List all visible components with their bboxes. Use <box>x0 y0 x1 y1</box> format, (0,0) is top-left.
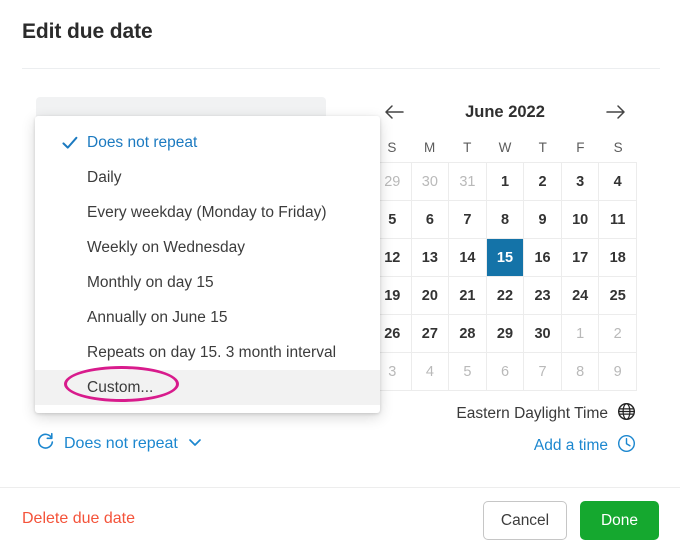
header-divider <box>22 68 660 69</box>
calendar-header: June 2022 <box>373 98 637 126</box>
chevron-down-icon[interactable] <box>187 434 203 455</box>
calendar-day[interactable]: 23 <box>524 277 562 315</box>
repeat-menu-item[interactable]: Monthly on day 15 <box>35 265 380 300</box>
repeat-menu-item-label: Repeats on day 15. 3 month interval <box>87 344 337 361</box>
page-title: Edit due date <box>22 20 153 43</box>
add-a-time-label: Add a time <box>533 437 608 454</box>
repeat-menu-item[interactable]: Daily <box>35 160 380 195</box>
calendar-day[interactable]: 1 <box>561 315 600 353</box>
repeat-menu-item[interactable]: Weekly on Wednesday <box>35 230 380 265</box>
repeat-menu-item-label: Custom... <box>87 379 154 396</box>
arrow-left-icon[interactable] <box>381 99 407 125</box>
repeat-summary-button[interactable]: Does not repeat <box>36 432 203 456</box>
calendar-day[interactable]: 17 <box>561 239 600 277</box>
calendar-weekday-label: M <box>423 139 436 155</box>
calendar-day[interactable]: 28 <box>449 315 487 353</box>
calendar-day[interactable]: 4 <box>411 353 450 391</box>
calendar-day[interactable]: 7 <box>449 201 487 239</box>
calendar-day[interactable]: 7 <box>524 353 562 391</box>
repeat-menu-item-label: Monthly on day 15 <box>87 274 214 291</box>
edit-due-date-dialog: Edit due date Does not repeat Daily Every … <box>0 0 680 559</box>
calendar-day[interactable]: 16 <box>524 239 562 277</box>
repeat-menu-item-label: Does not repeat <box>87 134 198 151</box>
calendar-month-label: June 2022 <box>465 102 545 121</box>
repeat-dropdown-menu: Does not repeat Daily Every weekday (Monda… <box>35 116 380 413</box>
calendar-day[interactable]: 13 <box>411 239 450 277</box>
calendar: June 2022 SMTWTFS 29 30 31 1 2 3 4 5 6 7 8 9 10 11 12 1… <box>373 98 637 391</box>
globe-icon[interactable] <box>617 402 636 426</box>
repeat-menu-item[interactable]: Custom... <box>35 370 380 405</box>
cancel-button[interactable]: Cancel <box>483 501 567 540</box>
clock-icon[interactable] <box>617 434 636 458</box>
calendar-day[interactable]: 8 <box>561 353 600 391</box>
calendar-day[interactable]: 6 <box>486 353 525 391</box>
calendar-day[interactable]: 27 <box>411 315 450 353</box>
calendar-day[interactable]: 21 <box>449 277 487 315</box>
calendar-day[interactable]: 3 <box>561 163 600 201</box>
repeat-icon <box>36 432 55 456</box>
calendar-weekday-label: T <box>538 139 547 155</box>
calendar-day[interactable]: 5 <box>449 353 487 391</box>
calendar-day[interactable]: 18 <box>599 239 637 277</box>
repeat-menu-item-label: Every weekday (Monday to Friday) <box>87 204 327 221</box>
calendar-day[interactable]: 14 <box>449 239 487 277</box>
calendar-weekday-label: T <box>463 139 472 155</box>
repeat-menu-item[interactable]: Every weekday (Monday to Friday) <box>35 195 380 230</box>
footer-divider <box>0 487 680 488</box>
calendar-day[interactable]: 30 <box>524 315 562 353</box>
calendar-day[interactable]: 2 <box>524 163 562 201</box>
delete-due-date-button[interactable]: Delete due date <box>22 510 135 528</box>
calendar-weekday-label: S <box>613 139 623 155</box>
done-button[interactable]: Done <box>580 501 659 540</box>
calendar-day[interactable]: 1 <box>486 163 525 201</box>
calendar-day[interactable]: 29 <box>486 315 525 353</box>
add-a-time-button[interactable]: Add a time <box>534 434 636 458</box>
timezone-label: Eastern Daylight Time <box>456 405 608 422</box>
calendar-day[interactable]: 4 <box>599 163 637 201</box>
repeat-menu-item[interactable]: Does not repeat <box>35 125 380 160</box>
calendar-day[interactable]: 24 <box>561 277 600 315</box>
calendar-weekday-label: W <box>498 139 512 155</box>
repeat-menu-item-label: Annually on June 15 <box>87 309 228 326</box>
calendar-day[interactable]: 11 <box>599 201 637 239</box>
repeat-menu-item[interactable]: Annually on June 15 <box>35 300 380 335</box>
calendar-day[interactable]: 9 <box>524 201 562 239</box>
timezone-row: Eastern Daylight Time <box>456 402 636 426</box>
arrow-right-icon[interactable] <box>603 99 629 125</box>
calendar-weekday-header: SMTWTFS <box>373 132 637 162</box>
repeat-menu-item-label: Weekly on Wednesday <box>87 239 245 256</box>
calendar-day-grid: 29 30 31 1 2 3 4 5 6 7 8 9 10 11 12 13 14 15 16 17 18 19 20 21 2… <box>373 162 637 391</box>
repeat-summary-label: Does not repeat <box>64 435 178 452</box>
calendar-day[interactable]: 20 <box>411 277 450 315</box>
calendar-day[interactable]: 2 <box>599 315 637 353</box>
calendar-day[interactable]: 30 <box>411 163 450 201</box>
calendar-day[interactable]: 9 <box>599 353 637 391</box>
calendar-day[interactable]: 10 <box>561 201 600 239</box>
calendar-day-selected[interactable]: 15 <box>486 239 525 277</box>
repeat-menu-item[interactable]: Repeats on day 15. 3 month interval <box>35 335 380 370</box>
calendar-weekday-label: F <box>576 139 585 155</box>
calendar-day[interactable]: 22 <box>486 277 525 315</box>
calendar-day[interactable]: 31 <box>449 163 487 201</box>
calendar-day[interactable]: 6 <box>411 201 450 239</box>
repeat-menu-item-label: Daily <box>87 169 122 186</box>
check-icon <box>61 125 79 160</box>
calendar-day[interactable]: 25 <box>599 277 637 315</box>
calendar-day[interactable]: 8 <box>486 201 525 239</box>
